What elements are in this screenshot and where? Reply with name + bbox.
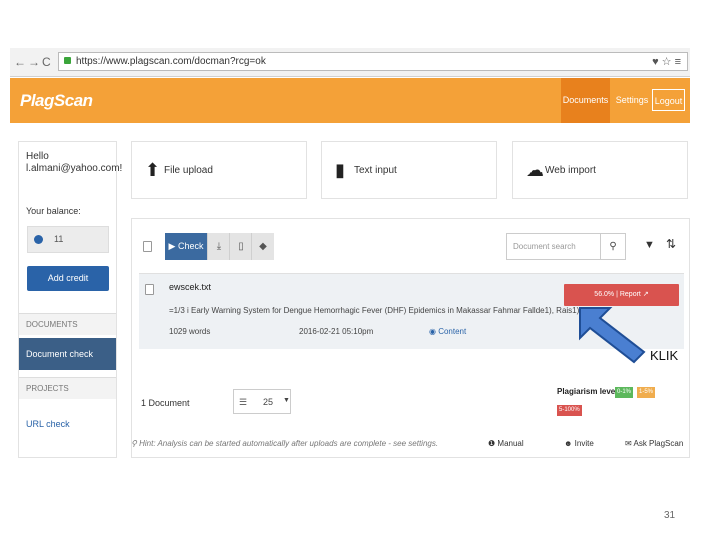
select-all-checkbox[interactable] bbox=[143, 241, 152, 252]
per-page-select[interactable]: ☰ 25 ▼ bbox=[233, 389, 291, 414]
sort-icon[interactable]: ⇅ bbox=[666, 237, 676, 251]
word-count: 1029 words bbox=[169, 327, 211, 336]
section-documents: DOCUMENTS bbox=[19, 313, 116, 335]
plagscan-logo[interactable]: PlagScan bbox=[20, 91, 93, 111]
document-name[interactable]: ewscek.txt bbox=[169, 282, 211, 292]
greeting-hello: Hello bbox=[26, 151, 49, 162]
hint-label: Hint: Analysis can be started automatica… bbox=[139, 439, 439, 448]
nav-settings[interactable]: Settings bbox=[612, 78, 652, 123]
cloud-upload-icon: ☁ bbox=[526, 160, 544, 180]
chevron-down-icon: ▼ bbox=[283, 397, 290, 404]
row-checkbox[interactable] bbox=[145, 284, 154, 295]
invite-label: Invite bbox=[574, 439, 594, 448]
search-placeholder: Document search bbox=[513, 242, 576, 251]
upload-icon: ⬆ bbox=[145, 160, 161, 180]
card-label: Web import bbox=[545, 165, 596, 176]
report-label: 56.0% | Report bbox=[594, 291, 641, 298]
balance-value: 11 bbox=[54, 234, 64, 244]
web-import-card[interactable]: ☁ Web import bbox=[512, 141, 688, 199]
list-icon: ☰ bbox=[239, 397, 248, 407]
user-email: l.almani@yahoo.com! bbox=[26, 163, 123, 174]
per-page-value: 25 bbox=[263, 397, 274, 407]
arrow-shape bbox=[579, 307, 646, 364]
klik-annotation: KLIK bbox=[650, 348, 679, 363]
lock-icon bbox=[64, 57, 71, 64]
ask-plagscan-link[interactable]: ✉ Ask PlagScan bbox=[625, 439, 683, 448]
invite-link[interactable]: ☻ Invite bbox=[564, 439, 594, 448]
balance-display: 11 bbox=[27, 226, 109, 253]
content-link[interactable]: ◉ Content bbox=[429, 327, 466, 336]
reload-icon[interactable]: C bbox=[42, 55, 51, 69]
url-text: https://www.plagscan.com/docman?rcg=ok bbox=[76, 56, 266, 67]
back-icon[interactable]: ← bbox=[14, 55, 26, 69]
nav-documents[interactable]: Documents bbox=[561, 78, 610, 123]
browser-toolbar: ← → C https://www.plagscan.com/docman?rc… bbox=[10, 48, 690, 77]
coin-icon bbox=[34, 235, 43, 244]
card-label: File upload bbox=[164, 165, 213, 176]
file-upload-card[interactable]: ⬆ File upload bbox=[131, 141, 307, 199]
level-badge-high: 5-100% bbox=[557, 405, 582, 416]
level-badge-medium: 1-5% bbox=[637, 387, 656, 398]
bookmark-icons[interactable]: ♥ ☆ ≡ bbox=[652, 55, 681, 68]
sidebar: Hello l.almani@yahoo.com! Your balance: … bbox=[18, 141, 122, 458]
content-link-label: Content bbox=[438, 327, 467, 336]
manual-label: Manual bbox=[497, 439, 524, 448]
document-title: =1/3 i Early Warning System for Dengue H… bbox=[169, 306, 582, 315]
text-file-icon: ▮ bbox=[335, 160, 345, 180]
filter-icon[interactable]: ▼ bbox=[644, 239, 655, 251]
sidebar-item-url-check[interactable]: URL check bbox=[26, 419, 70, 429]
slide-number: 31 bbox=[664, 510, 676, 521]
sidebar-item-document-check[interactable]: Document check bbox=[19, 338, 116, 370]
delete-icon[interactable]: ▯ bbox=[229, 233, 252, 260]
search-icon[interactable]: ⚲ bbox=[600, 234, 625, 259]
logout-button[interactable]: Logout bbox=[652, 89, 685, 111]
document-count: 1 Document bbox=[141, 398, 190, 408]
hint-text: ⚲ Hint: Analysis can be started automati… bbox=[131, 439, 439, 448]
check-button[interactable]: ▶ Check bbox=[165, 233, 207, 260]
document-date: 2016-02-21 05:10pm bbox=[299, 327, 374, 336]
card-label: Text input bbox=[354, 165, 397, 176]
annotation-arrow bbox=[579, 307, 646, 364]
greeting: Hello l.almani@yahoo.com! bbox=[26, 151, 122, 175]
forward-icon[interactable]: → bbox=[28, 55, 40, 69]
balance-label: Your balance: bbox=[26, 206, 81, 216]
manual-link[interactable]: ❶ Manual bbox=[488, 439, 524, 448]
add-credit-button[interactable]: Add credit bbox=[27, 266, 109, 291]
level-badge-low: 0-1% bbox=[615, 387, 634, 398]
plagiarism-level-label: Plagiarism level bbox=[557, 387, 618, 396]
app-header: PlagScan Documents Settings Logout bbox=[10, 78, 690, 123]
download-icon[interactable]: ⤓ bbox=[207, 233, 230, 260]
address-bar[interactable]: https://www.plagscan.com/docman?rcg=ok ♥… bbox=[58, 52, 688, 71]
screenshot: ← → C https://www.plagscan.com/docman?rc… bbox=[10, 48, 690, 461]
check-label: Check bbox=[177, 241, 204, 251]
document-search-input[interactable]: Document search ⚲ bbox=[506, 233, 626, 260]
ask-label: Ask PlagScan bbox=[633, 439, 684, 448]
section-projects: PROJECTS bbox=[19, 377, 116, 399]
tag-icon[interactable]: ◆ bbox=[251, 233, 274, 260]
text-input-card[interactable]: ▮ Text input bbox=[321, 141, 497, 199]
